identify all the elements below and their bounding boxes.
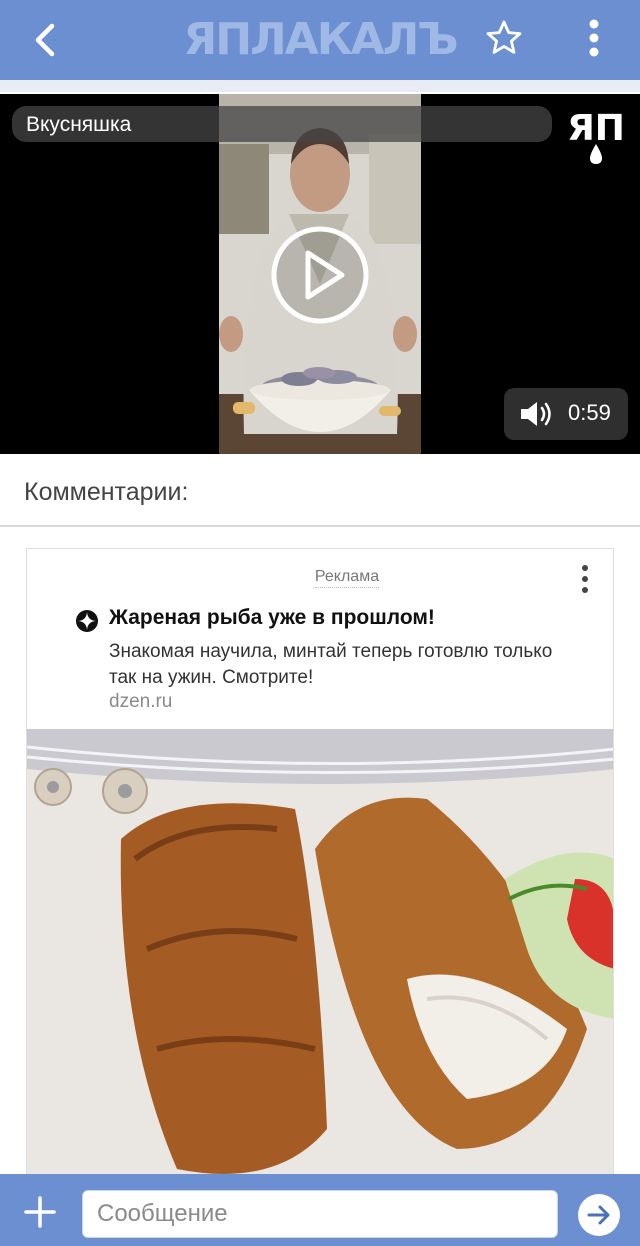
- ad-text: Знакомая научила, минтай теперь готовлю …: [109, 641, 553, 688]
- send-button[interactable]: [578, 1194, 620, 1236]
- message-input[interactable]: [82, 1190, 558, 1238]
- overflow-menu-button[interactable]: [574, 14, 614, 62]
- video-title: Вкусняшка: [26, 113, 132, 136]
- ad-domain[interactable]: dzen.ru: [109, 691, 172, 713]
- video-controls: 0:59: [504, 388, 628, 440]
- favorite-button[interactable]: [482, 16, 526, 60]
- ad-title[interactable]: Жареная рыба уже в прошлом!: [109, 606, 435, 630]
- volume-icon[interactable]: [518, 400, 554, 428]
- play-icon: [271, 226, 369, 324]
- star-icon: [486, 20, 522, 54]
- more-vertical-icon: [589, 19, 599, 57]
- video-player[interactable]: Вкусняшка ЯП 0:59: [0, 94, 640, 454]
- ad-label: Реклама: [27, 568, 613, 588]
- more-vertical-icon[interactable]: [573, 563, 597, 599]
- section-divider: [0, 525, 640, 527]
- dzen-logo-icon: [76, 610, 98, 632]
- play-button[interactable]: [270, 225, 370, 325]
- top-app-bar: ЯПЛАКАЛЪ: [0, 0, 640, 92]
- ad-image[interactable]: [27, 729, 614, 1188]
- top-bar-shadow: [0, 80, 640, 92]
- send-arrow-icon: [587, 1205, 610, 1225]
- comments-header: Комментарии:: [24, 478, 189, 506]
- video-title-bar: Вкусняшка: [12, 106, 552, 142]
- chevron-left-icon: [35, 23, 55, 57]
- back-button[interactable]: [22, 16, 70, 64]
- video-duration: 0:59: [568, 400, 611, 425]
- yaplakal-watermark-icon: ЯП: [567, 108, 625, 164]
- ad-card[interactable]: Реклама Жареная рыба уже в прошлом! Знак…: [26, 548, 614, 1188]
- plus-icon[interactable]: [18, 1190, 62, 1234]
- message-composer: [0, 1174, 640, 1246]
- watermark-text: ЯП: [567, 108, 625, 149]
- site-logo[interactable]: ЯПЛАКАЛЪ: [180, 10, 460, 68]
- ad-label-text: Реклама: [314, 568, 380, 588]
